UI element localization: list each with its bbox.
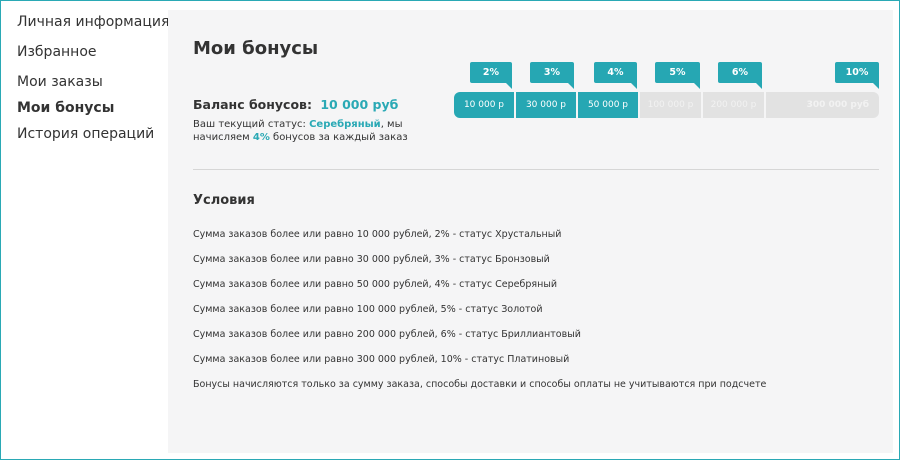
- bonus-progress-scale: 2% 3% 4% 5% 6% 10% 10 000 р 30 000 р 50 …: [454, 62, 879, 127]
- tier-segment: 100 000 р: [640, 92, 701, 118]
- condition-item: Сумма заказов более или равно 300 000 ру…: [193, 354, 570, 365]
- tier-percent-tag: 10%: [835, 62, 879, 89]
- tier-segment: 200 000 р: [703, 92, 764, 118]
- condition-note: Бонусы начисляются только за сумму заказ…: [193, 379, 767, 390]
- status-suffix: бонусов за каждый заказ: [269, 132, 408, 143]
- page-title: Мои бонусы: [193, 38, 319, 59]
- tier-percent-tag: 5%: [655, 62, 700, 89]
- status-name: Серебряный: [309, 119, 381, 130]
- condition-item: Сумма заказов более или равно 50 000 руб…: [193, 279, 557, 290]
- tier-segment: 300 000 руб: [766, 92, 879, 118]
- section-divider: [193, 169, 879, 170]
- sidebar-item-my-orders[interactable]: Мои заказы: [17, 74, 103, 90]
- condition-item: Сумма заказов более или равно 100 000 ру…: [193, 304, 543, 315]
- sidebar-item-my-bonuses[interactable]: Мои бонусы: [17, 100, 114, 116]
- sidebar-item-transaction-history[interactable]: История операций: [17, 126, 154, 142]
- bonus-balance: Баланс бонусов: 10 000 руб: [193, 97, 398, 112]
- conditions-title: Условия: [193, 193, 255, 208]
- main-panel: Мои бонусы Баланс бонусов: 10 000 руб Ва…: [168, 10, 893, 453]
- condition-item: Сумма заказов более или равно 200 000 ру…: [193, 329, 581, 340]
- sidebar-item-favorites[interactable]: Избранное: [17, 44, 97, 60]
- condition-item: Сумма заказов более или равно 30 000 руб…: [193, 254, 550, 265]
- tier-percent-tag: 3%: [530, 62, 574, 89]
- app-frame: Личная информация Избранное Мои заказы М…: [0, 0, 900, 460]
- tier-segment: 10 000 р: [454, 92, 514, 118]
- tier-percent-tag: 6%: [718, 62, 762, 89]
- tier-percent-tag: 2%: [470, 62, 512, 89]
- balance-value: 10 000 руб: [320, 97, 399, 112]
- status-description: Ваш текущий статус: Серебряный, мы начис…: [193, 118, 408, 144]
- conditions-list: Сумма заказов более или равно 10 000 руб…: [193, 228, 883, 403]
- sidebar-item-personal-info[interactable]: Личная информация: [17, 14, 169, 30]
- status-prefix: Ваш текущий статус:: [193, 119, 310, 130]
- tier-segment: 50 000 р: [578, 92, 638, 118]
- status-percent: 4%: [252, 132, 270, 143]
- tier-segment: 30 000 р: [516, 92, 576, 118]
- tier-percent-tag: 4%: [594, 62, 637, 89]
- balance-label: Баланс бонусов:: [193, 97, 312, 112]
- condition-item: Сумма заказов более или равно 10 000 руб…: [193, 229, 562, 240]
